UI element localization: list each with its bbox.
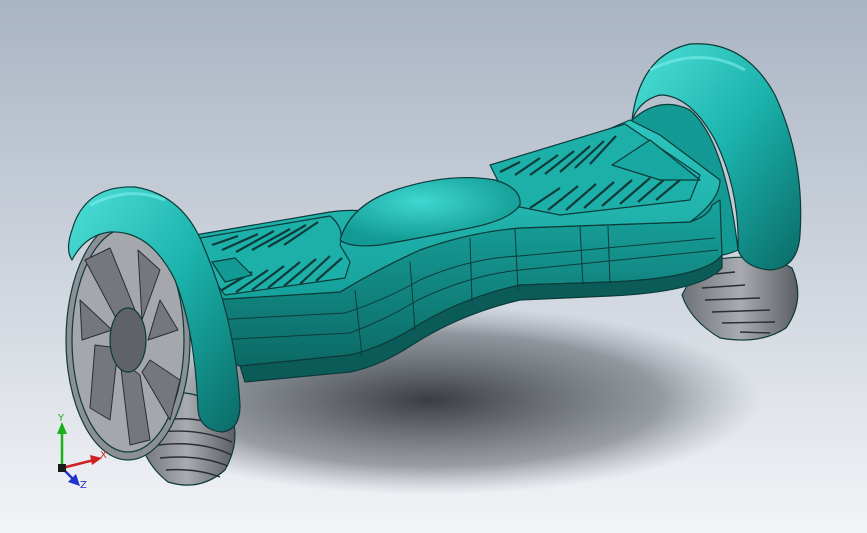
y-axis-label: Y	[57, 414, 65, 424]
x-axis-label: X	[100, 450, 107, 461]
model-view[interactable]	[0, 0, 867, 533]
z-axis-label: Z	[80, 480, 87, 490]
triad-origin	[58, 464, 66, 472]
coordinate-triad: Y X Z	[57, 414, 107, 490]
graphics-viewport[interactable]: Y X Z	[0, 0, 867, 533]
x-axis-line	[61, 458, 95, 470]
